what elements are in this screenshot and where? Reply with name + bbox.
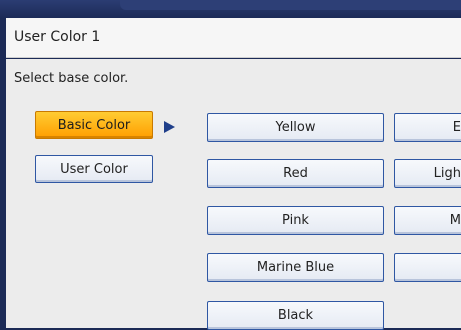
top-bezel-notch [120, 0, 461, 10]
color-option-clipped-1-button[interactable]: E [394, 113, 461, 142]
color-pink-button[interactable]: Pink [207, 206, 384, 235]
color-red-button[interactable]: Red [207, 159, 384, 188]
user-color-button[interactable]: User Color [35, 155, 153, 183]
instruction-text: Select base color. [14, 71, 129, 86]
color-option-clipped-3-button[interactable]: M [394, 206, 461, 235]
window-title: User Color 1 [14, 29, 101, 45]
screen-frame: User Color 1 Select base color. Basic Co… [0, 0, 461, 330]
color-marine-blue-button[interactable]: Marine Blue [207, 253, 384, 282]
selection-arrow-icon [164, 121, 175, 133]
title-bar: User Color 1 [6, 18, 461, 58]
color-option-clipped-4-button[interactable] [394, 253, 461, 282]
color-option-clipped-2-button[interactable]: Ligh [394, 159, 461, 188]
color-selection-panel: Select base color. Basic Color User Colo… [6, 59, 461, 330]
color-yellow-button[interactable]: Yellow [207, 113, 384, 142]
top-bezel [0, 0, 461, 18]
color-black-button[interactable]: Black [207, 301, 384, 330]
basic-color-button[interactable]: Basic Color [35, 111, 153, 139]
